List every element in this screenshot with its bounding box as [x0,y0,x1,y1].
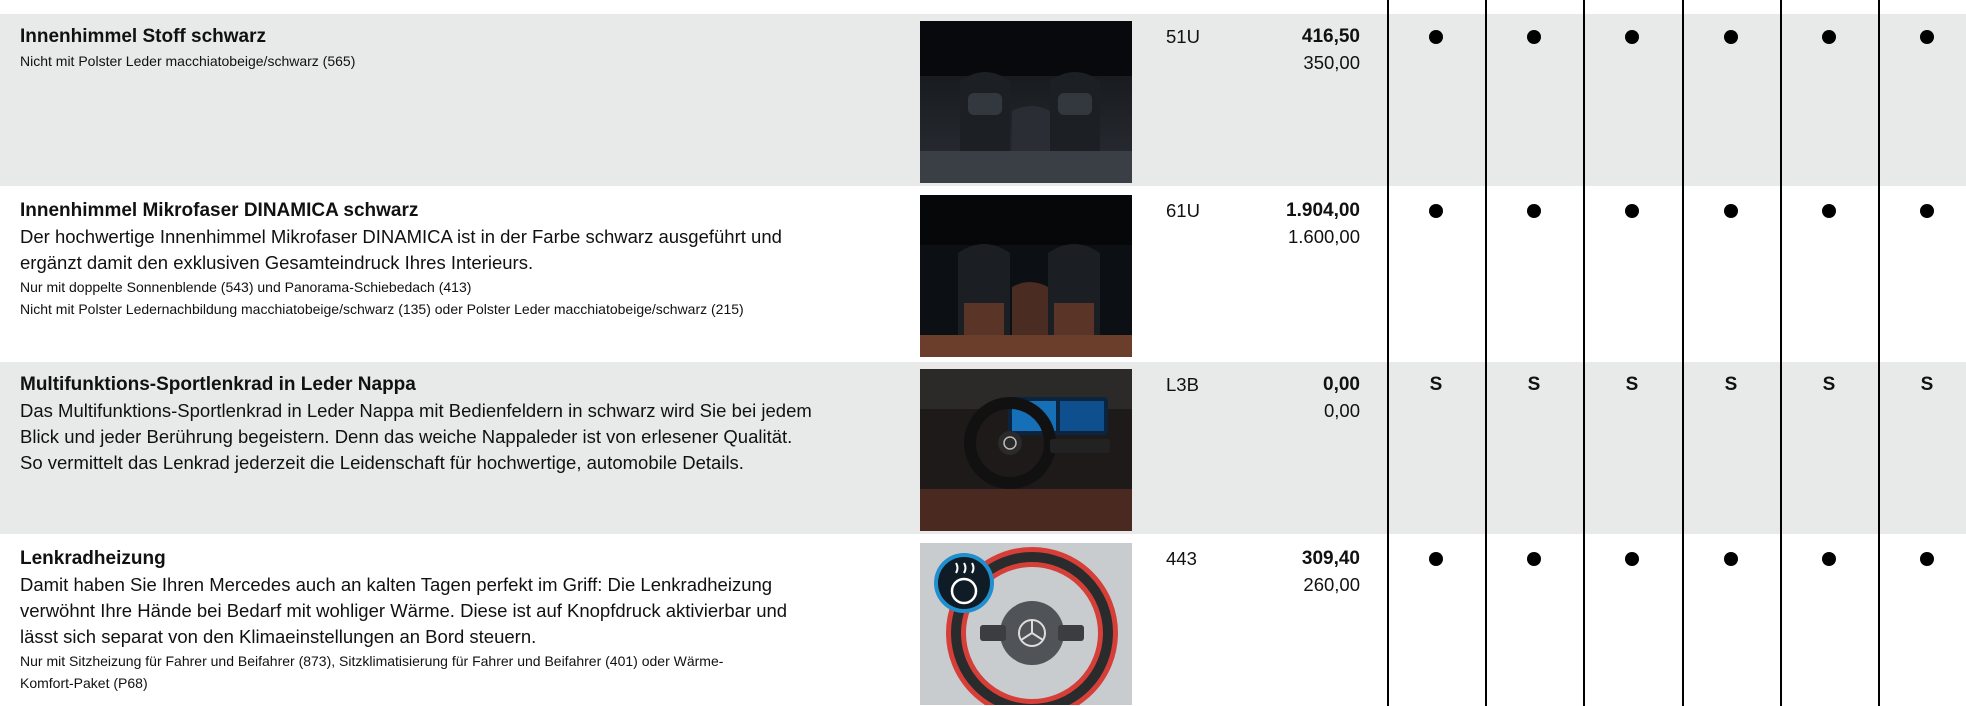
table-row: Innenhimmel Mikrofaser DINAMICA schwarz … [0,188,1966,360]
price-gross: 309,40 [1301,548,1360,569]
column-divider [1780,0,1782,706]
availability-dot [1711,536,1751,571]
row-body-line: Blick und jeder Berührung begeistern. De… [20,426,793,447]
price-gross: 1.904,00 [1286,200,1360,221]
row-description: Lenkradheizung Damit haben Sie Ihren Mer… [20,536,900,694]
row-note: Nur mit doppelte Sonnenblende (543) und … [20,279,472,295]
interior-rear-seats-black-headliner-photo [920,21,1132,183]
price-block: 1.904,00 1.600,00 [1240,198,1360,250]
column-divider [1485,0,1487,706]
cockpit-steering-wheel-photo [920,369,1132,531]
availability-dot [1416,536,1456,571]
row-body-line: ergänzt damit den exklusiven Gesamteindr… [20,252,534,273]
standard-marker: S [1724,374,1738,395]
availability-dot [1612,14,1652,49]
row-note: Nicht mit Polster Leder macchiatobeige/s… [20,53,356,69]
row-body-line: So vermittelt das Lenkrad jederzeit die … [20,452,744,473]
row-description: Multifunktions-Sportlenkrad in Leder Nap… [20,362,900,476]
availability-dot [1612,536,1652,571]
row-body-line: verwöhnt Ihre Hände bei Bedarf mit wohli… [20,600,788,621]
table-row: Lenkradheizung Damit haben Sie Ihren Mer… [0,536,1966,706]
table-row: Innenhimmel Stoff schwarz Nicht mit Pols… [0,14,1966,186]
row-note: Nicht mit Polster Ledernachbildung macch… [20,301,744,317]
row-title: Lenkradheizung [20,548,166,569]
availability-dot [1416,14,1456,49]
price-gross: 416,50 [1301,26,1360,47]
row-description: Innenhimmel Mikrofaser DINAMICA schwarz … [20,188,900,320]
availability-dot [1907,14,1947,49]
availability-dot [1907,536,1947,571]
availability-dot [1809,14,1849,49]
price-block: 0,00 0,00 [1240,372,1360,424]
row-title: Multifunktions-Sportlenkrad in Leder Nap… [20,374,416,395]
table-row: Multifunktions-Sportlenkrad in Leder Nap… [0,362,1966,534]
availability-dot [1907,188,1947,223]
row-description: Innenhimmel Stoff schwarz Nicht mit Pols… [20,14,900,72]
price-block: 309,40 260,00 [1240,546,1360,598]
standard-marker: S [1527,374,1541,395]
option-code: L3B [1166,374,1199,395]
row-title: Innenhimmel Stoff schwarz [20,26,266,47]
row-body-line: Das Multifunktions-Sportlenkrad in Leder… [20,400,812,421]
option-code: 61U [1166,200,1200,221]
availability-dot [1711,14,1751,49]
column-divider [1682,0,1684,706]
availability-dot [1809,536,1849,571]
price-net: 0,00 [1323,400,1360,421]
heated-steering-wheel-photo [920,543,1132,705]
column-divider [1878,0,1880,706]
price-net: 260,00 [1303,574,1360,595]
availability-dot [1514,14,1554,49]
price-net: 1.600,00 [1287,226,1360,247]
option-code: 443 [1166,548,1197,569]
row-title: Innenhimmel Mikrofaser DINAMICA schwarz [20,200,419,221]
row-note: Nur mit Sitzheizung für Fahrer und Beifa… [20,653,724,669]
availability-dot [1514,536,1554,571]
equipment-price-table: Innenhimmel Stoff schwarz Nicht mit Pols… [0,0,1966,706]
availability-dot [1809,188,1849,223]
row-note: Komfort-Paket (P68) [20,675,148,691]
standard-marker: S [1920,374,1934,395]
price-net: 350,00 [1303,52,1360,73]
interior-rear-seats-brown-leather-photo [920,195,1132,357]
standard-marker: S [1429,374,1443,395]
price-block: 416,50 350,00 [1240,24,1360,76]
availability-dot [1514,188,1554,223]
row-body-line: Damit haben Sie Ihren Mercedes auch an k… [20,574,773,595]
column-divider [1387,0,1389,706]
row-body-line: Der hochwertige Innenhimmel Mikrofaser D… [20,226,782,247]
column-divider [1583,0,1585,706]
price-gross: 0,00 [1323,374,1360,395]
availability-dot [1612,188,1652,223]
standard-marker: S [1822,374,1836,395]
availability-dot [1416,188,1456,223]
option-code: 51U [1166,26,1200,47]
availability-dot [1711,188,1751,223]
row-body-line: lässt sich separat von den Klimaeinstell… [20,626,537,647]
standard-marker: S [1625,374,1639,395]
